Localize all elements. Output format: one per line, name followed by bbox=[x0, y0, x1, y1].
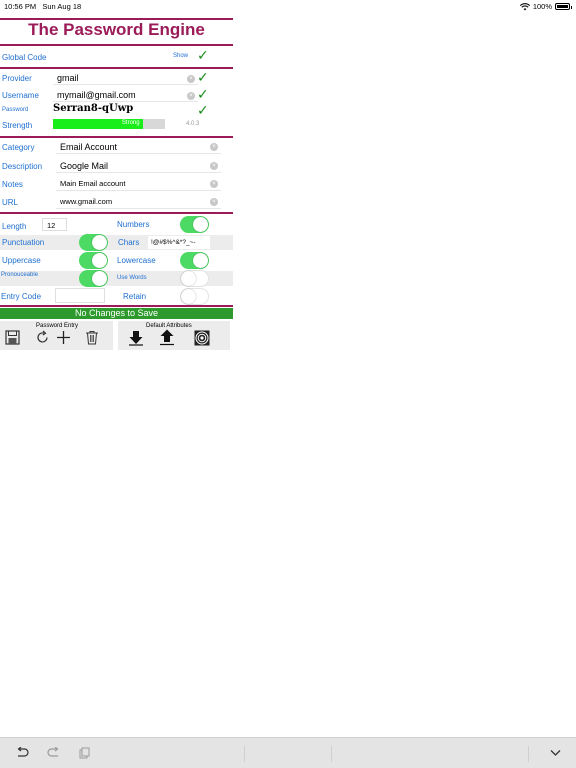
app-title: The Password Engine bbox=[28, 20, 205, 39]
use-words-toggle[interactable] bbox=[180, 270, 209, 287]
pronounceable-toggle[interactable] bbox=[79, 270, 108, 287]
divider bbox=[0, 136, 233, 138]
chars-field[interactable]: !@#$%^&*?_~- bbox=[148, 236, 210, 249]
entry-code-label: Entry Code bbox=[1, 292, 42, 301]
use-words-label: Use Words bbox=[117, 275, 147, 281]
strength-text: Strong bbox=[121, 120, 140, 126]
status-date: Sun Aug 18 bbox=[42, 2, 82, 11]
clear-icon[interactable]: × bbox=[187, 75, 195, 83]
entry-code-field[interactable] bbox=[55, 288, 105, 303]
lowercase-label: Lowercase bbox=[117, 256, 156, 265]
status-bar: 10:56 PM Sun Aug 18 100% bbox=[0, 0, 576, 12]
strength-meter: Strong bbox=[53, 119, 165, 129]
notes-label: Notes bbox=[2, 180, 23, 189]
chars-label: Chars bbox=[118, 238, 140, 247]
paste-icon[interactable] bbox=[79, 747, 90, 759]
username-label: Username bbox=[2, 91, 39, 100]
divider bbox=[0, 305, 233, 307]
show-button[interactable]: Show bbox=[173, 53, 188, 59]
redo-icon[interactable] bbox=[47, 747, 60, 759]
undo-icon[interactable] bbox=[16, 747, 29, 759]
upload-icon[interactable] bbox=[159, 329, 175, 346]
status-time-date: 10:56 PM Sun Aug 18 bbox=[4, 2, 81, 11]
global-code-label: Global Code bbox=[2, 53, 47, 62]
provider-label: Provider bbox=[2, 74, 32, 83]
pronounceable-label: Pronouceable bbox=[1, 272, 39, 278]
password-entry-toolbox: Password Entry bbox=[0, 321, 113, 350]
divider bbox=[0, 212, 233, 214]
numbers-label: Numbers bbox=[117, 220, 150, 229]
lowercase-toggle[interactable] bbox=[180, 252, 209, 269]
notes-field[interactable]: Main Email account bbox=[56, 177, 221, 191]
checkmark-icon[interactable]: ✓ bbox=[197, 103, 209, 117]
checkmark-icon[interactable]: ✓ bbox=[197, 70, 209, 84]
punctuation-label: Punctuation bbox=[2, 238, 45, 247]
strength-label: Strength bbox=[2, 121, 33, 130]
wifi-icon bbox=[519, 2, 530, 10]
clear-icon[interactable]: × bbox=[210, 198, 218, 206]
username-field[interactable]: mymail@gmail.com bbox=[53, 88, 198, 102]
password-label: Password bbox=[2, 107, 29, 113]
toolbar-divider bbox=[528, 746, 529, 762]
uppercase-label: Uppercase bbox=[2, 256, 41, 265]
clear-icon[interactable]: × bbox=[187, 92, 195, 100]
battery-icon bbox=[555, 3, 572, 10]
password-value[interactable]: Serran8-qUwp bbox=[53, 103, 133, 114]
checkmark-icon[interactable]: ✓ bbox=[197, 87, 209, 101]
password-entry-label: Password Entry bbox=[36, 323, 79, 329]
add-icon[interactable] bbox=[56, 330, 71, 345]
retain-toggle[interactable] bbox=[180, 288, 209, 305]
default-attributes-toolbox: Default Attributes bbox=[118, 321, 230, 350]
battery-percent: 100% bbox=[532, 2, 552, 11]
uppercase-toggle[interactable] bbox=[79, 252, 108, 269]
clear-icon[interactable]: × bbox=[210, 180, 218, 188]
length-field[interactable]: 12 bbox=[42, 218, 67, 231]
clear-icon[interactable]: × bbox=[210, 143, 218, 151]
status-indicators: 100% bbox=[519, 2, 572, 11]
category-field[interactable]: Email Account bbox=[56, 140, 221, 154]
save-status-bar: No Changes to Save bbox=[0, 308, 233, 319]
target-icon[interactable] bbox=[194, 330, 210, 346]
toolbar-divider bbox=[331, 746, 332, 762]
chevron-down-icon[interactable] bbox=[550, 749, 561, 757]
refresh-icon[interactable] bbox=[35, 330, 50, 345]
toolbar-divider bbox=[244, 746, 245, 762]
divider bbox=[0, 44, 233, 46]
status-time: 10:56 PM bbox=[4, 2, 37, 11]
save-icon[interactable] bbox=[5, 330, 20, 345]
category-label: Category bbox=[2, 143, 35, 152]
strength-fill: Strong bbox=[53, 119, 143, 129]
punctuation-toggle[interactable] bbox=[79, 234, 108, 251]
clear-icon[interactable]: × bbox=[210, 162, 218, 170]
trash-icon[interactable] bbox=[85, 330, 99, 345]
provider-field[interactable]: gmail bbox=[53, 71, 198, 85]
keyboard-shortcut-bar bbox=[0, 737, 576, 768]
numbers-toggle[interactable] bbox=[180, 216, 209, 233]
description-label: Description bbox=[2, 162, 43, 171]
description-field[interactable]: Google Mail bbox=[56, 159, 221, 173]
download-icon[interactable] bbox=[128, 330, 144, 346]
checkmark-icon[interactable]: ✓ bbox=[197, 48, 209, 62]
version-label: 4.0.3 bbox=[186, 121, 200, 127]
length-label: Length bbox=[2, 222, 27, 231]
url-field[interactable]: www.gmail.com bbox=[56, 195, 221, 209]
retain-label: Retain bbox=[123, 292, 147, 301]
url-label: URL bbox=[2, 198, 19, 207]
